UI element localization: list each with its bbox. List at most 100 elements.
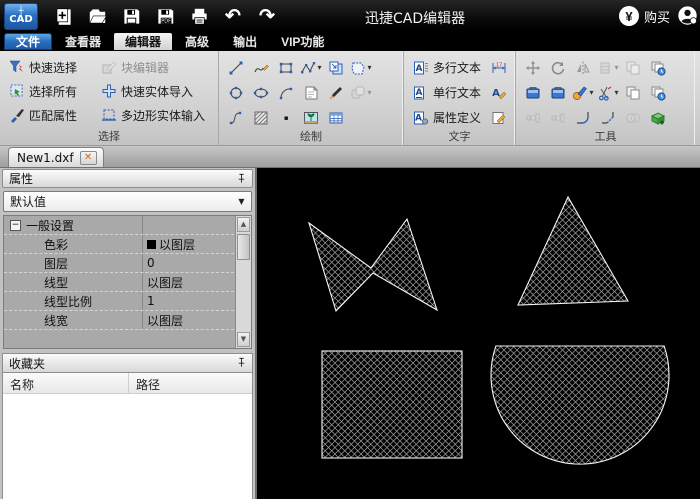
polyline-icon[interactable]: ▾ bbox=[300, 57, 322, 78]
app-logo[interactable]: ┼ CAD bbox=[4, 2, 38, 30]
array-1-icon[interactable] bbox=[522, 107, 544, 128]
erase-icon[interactable]: ▾ bbox=[572, 82, 594, 103]
overlap-circles-icon[interactable] bbox=[622, 107, 644, 128]
property-preset-dropdown[interactable]: 默认值 ▼ bbox=[3, 191, 252, 212]
circle-icon[interactable] bbox=[225, 82, 247, 103]
favorites-panel-title: 收藏夹 bbox=[9, 356, 46, 371]
save-button[interactable] bbox=[117, 3, 145, 29]
group-label-tools: 工具 bbox=[594, 130, 617, 143]
gradient-pen-icon[interactable] bbox=[325, 82, 347, 103]
copy-2-icon[interactable] bbox=[622, 82, 644, 103]
polygon-entity-input-icon bbox=[101, 107, 117, 123]
table-icon[interactable] bbox=[325, 107, 347, 128]
spline-icon[interactable] bbox=[225, 107, 247, 128]
hatch-icon[interactable] bbox=[250, 107, 272, 128]
close-tab-icon[interactable]: ✕ bbox=[79, 150, 97, 165]
property-row-linetype-scale[interactable]: 线型比例 1 bbox=[4, 292, 234, 311]
chamfer-icon[interactable] bbox=[597, 107, 619, 128]
copy-with-basepoint-2-icon[interactable] bbox=[647, 82, 669, 103]
pin-button[interactable] bbox=[234, 356, 248, 370]
menu-tab-output[interactable]: 输出 bbox=[222, 33, 268, 50]
explode-icon[interactable]: ▾ bbox=[597, 57, 619, 78]
quick-select-icon bbox=[9, 59, 25, 75]
block-editor-button[interactable]: 块编辑器 bbox=[98, 57, 214, 77]
match-properties-button[interactable]: 匹配属性 bbox=[6, 105, 98, 125]
menu-tab-advanced[interactable]: 高级 bbox=[174, 33, 220, 50]
mirror-icon[interactable] bbox=[572, 57, 594, 78]
user-account-button[interactable] bbox=[676, 5, 698, 27]
image-icon[interactable] bbox=[300, 107, 322, 128]
drawing-canvas[interactable] bbox=[257, 168, 700, 499]
trim-icon[interactable]: ▾ bbox=[597, 82, 619, 103]
collapse-icon[interactable]: − bbox=[10, 219, 21, 231]
column-header-name[interactable]: 名称 bbox=[3, 373, 129, 393]
array-2-icon[interactable] bbox=[547, 107, 569, 128]
copy-icon[interactable] bbox=[622, 57, 644, 78]
region-icon[interactable]: ▾ bbox=[350, 82, 372, 103]
dimension-icon[interactable] bbox=[488, 55, 510, 80]
chevron-down-icon: ▾ bbox=[614, 88, 619, 97]
property-row-color[interactable]: 色彩 以图层 bbox=[4, 235, 234, 254]
rectangle-icon[interactable] bbox=[275, 57, 297, 78]
save-as-pdf-button[interactable] bbox=[151, 3, 179, 29]
menu-tab-file[interactable]: 文件 bbox=[4, 33, 53, 50]
new-file-button[interactable] bbox=[49, 3, 77, 29]
print-button[interactable] bbox=[185, 3, 213, 29]
fillet-icon[interactable] bbox=[572, 107, 594, 128]
undo-icon: ↶ bbox=[225, 5, 241, 27]
favorites-list[interactable] bbox=[3, 394, 252, 499]
multiline-text-button[interactable]: 多行文本 bbox=[410, 55, 484, 80]
attribute-define-button[interactable]: 属性定义 bbox=[410, 105, 484, 130]
rotate-icon[interactable] bbox=[547, 57, 569, 78]
paste-icon[interactable] bbox=[522, 82, 544, 103]
properties-panel-title: 属性 bbox=[9, 172, 34, 186]
new-file-icon bbox=[54, 7, 73, 26]
paste-as-block-icon[interactable] bbox=[547, 82, 569, 103]
multiline-text-icon bbox=[413, 60, 429, 76]
ribbon-group-tools: ▾ ▾ ▾ 工具 bbox=[515, 51, 695, 145]
menu-tab-viewer[interactable]: 查看器 bbox=[54, 33, 112, 50]
menu-tab-editor[interactable]: 编辑器 bbox=[114, 33, 173, 50]
scroll-up-icon[interactable]: ▲ bbox=[237, 217, 250, 232]
line-icon[interactable] bbox=[225, 57, 247, 78]
copy-with-basepoint-icon[interactable] bbox=[647, 57, 669, 78]
property-row-layer[interactable]: 图层 0 bbox=[4, 254, 234, 273]
arc-icon[interactable] bbox=[275, 82, 297, 103]
block-editor-icon bbox=[101, 59, 117, 75]
print-icon bbox=[190, 7, 209, 26]
sketch-icon[interactable] bbox=[250, 57, 272, 78]
edit-annotation-icon[interactable] bbox=[488, 105, 510, 130]
property-group-row[interactable]: − 一般设置 bbox=[4, 216, 234, 235]
polygon-entity-input-button[interactable]: 多边形实体输入 bbox=[98, 105, 214, 125]
buy-button[interactable]: ¥ 购买 bbox=[618, 6, 670, 26]
move-icon[interactable] bbox=[522, 57, 544, 78]
properties-scrollbar[interactable]: ▲ ▼ bbox=[235, 216, 251, 348]
property-row-linetype[interactable]: 线型 以图层 bbox=[4, 273, 234, 292]
point-icon[interactable] bbox=[275, 107, 297, 128]
ellipse-icon[interactable] bbox=[250, 82, 272, 103]
insert-block-icon[interactable] bbox=[325, 57, 347, 78]
save-icon bbox=[122, 7, 141, 26]
quick-entity-import-icon bbox=[101, 83, 117, 99]
pin-button[interactable] bbox=[234, 172, 248, 186]
document-tab[interactable]: New1.dxf ✕ bbox=[8, 147, 104, 167]
undo-button[interactable]: ↶ bbox=[219, 3, 247, 29]
property-row-lineweight[interactable]: 线宽 以图层 bbox=[4, 311, 234, 330]
revision-note-icon[interactable] bbox=[300, 82, 322, 103]
scroll-down-icon[interactable]: ▼ bbox=[237, 332, 250, 347]
edit-text-icon[interactable] bbox=[488, 80, 510, 105]
column-header-path[interactable]: 路径 bbox=[129, 373, 160, 393]
wipeout-icon[interactable]: ▾ bbox=[350, 57, 372, 78]
menu-tab-vip[interactable]: VIP功能 bbox=[270, 33, 335, 50]
quick-entity-import-button[interactable]: 快速实体导入 bbox=[98, 81, 214, 101]
select-all-button[interactable]: 选择所有 bbox=[6, 81, 98, 101]
open-folder-icon bbox=[88, 7, 107, 26]
singleline-text-button[interactable]: 单行文本 bbox=[410, 80, 484, 105]
save-as-pdf-icon bbox=[156, 7, 175, 26]
group-label-text: 文字 bbox=[448, 130, 471, 143]
add-to-block-icon[interactable] bbox=[647, 107, 669, 128]
quick-select-button[interactable]: 快速选择 bbox=[6, 57, 98, 77]
open-file-button[interactable] bbox=[83, 3, 111, 29]
redo-button[interactable]: ↷ bbox=[253, 3, 281, 29]
scrollbar-thumb[interactable] bbox=[237, 234, 250, 260]
